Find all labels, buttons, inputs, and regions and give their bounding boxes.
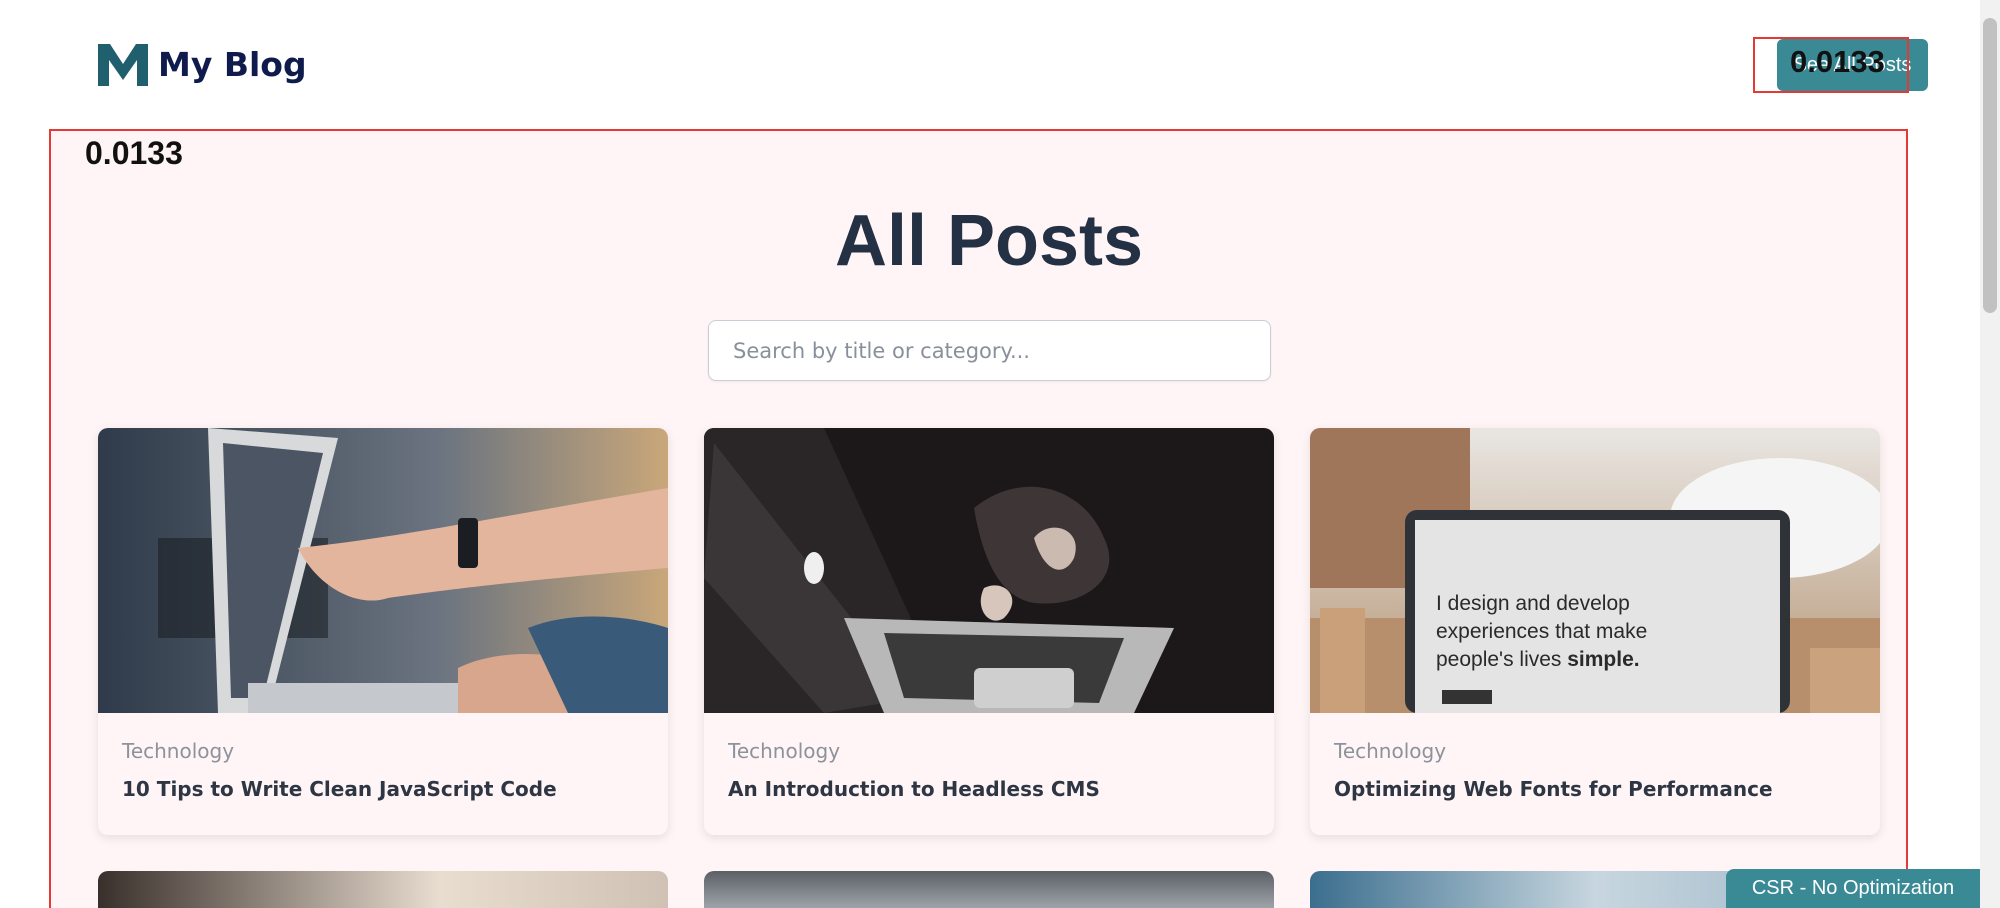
post-card[interactable]: Technology 10 Tips to Write Clean JavaSc…	[98, 428, 668, 835]
post-title[interactable]: Optimizing Web Fonts for Performance	[1334, 777, 1856, 801]
vertical-scrollbar[interactable]	[1980, 0, 2000, 908]
post-image	[704, 428, 1274, 713]
svg-text:I design and develop: I design and develop	[1436, 592, 1630, 615]
debug-score-main: 0.0133	[85, 135, 183, 171]
post-image: I design and develop experiences that ma…	[1310, 428, 1880, 713]
page-title: All Posts	[834, 201, 1144, 281]
post-category: Technology	[728, 739, 841, 763]
post-card-partial[interactable]	[98, 871, 668, 908]
post-card-partial[interactable]	[704, 871, 1274, 908]
post-category: Technology	[1334, 739, 1447, 763]
post-card[interactable]: Technology An Introduction to Headless C…	[704, 428, 1274, 835]
scrollbar-thumb[interactable]	[1983, 18, 1997, 313]
post-image	[98, 428, 668, 713]
see-all-posts-button[interactable]: See All Posts	[1777, 39, 1928, 91]
brand-name: My Blog	[158, 44, 307, 84]
page: My Blog See All Posts 0.0133 0.0133 All …	[0, 0, 2000, 908]
post-title[interactable]: An Introduction to Headless CMS	[728, 777, 1250, 801]
brand-logo[interactable]: My Blog	[96, 40, 307, 88]
post-card[interactable]: I design and develop experiences that ma…	[1310, 428, 1880, 835]
svg-text:experiences that make: experiences that make	[1436, 620, 1647, 643]
logo-m-icon	[98, 44, 148, 86]
post-category: Technology	[122, 739, 235, 763]
render-mode-badge: CSR - No Optimization	[1726, 869, 1980, 908]
svg-text:people's lives simple.: people's lives simple.	[1436, 648, 1640, 671]
search-input[interactable]	[708, 320, 1271, 381]
post-title[interactable]: 10 Tips to Write Clean JavaScript Code	[122, 777, 644, 801]
